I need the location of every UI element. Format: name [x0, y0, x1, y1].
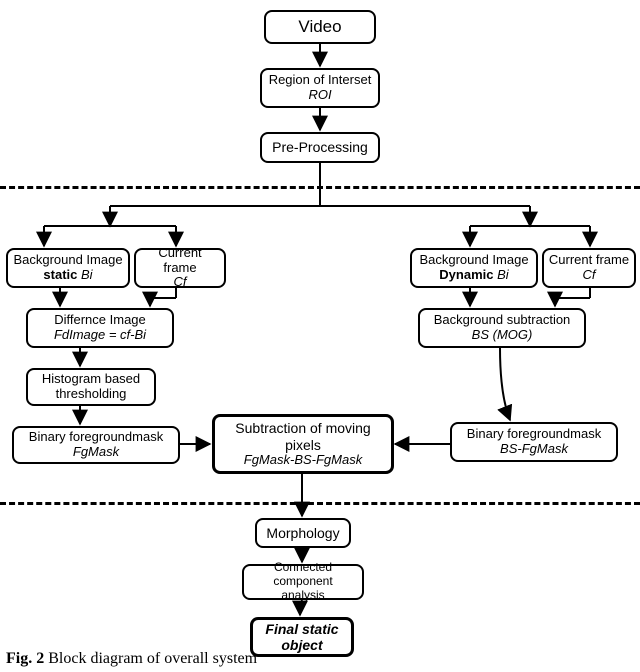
label2: pixels [285, 437, 321, 453]
separator-bottom [0, 502, 640, 505]
box-final-static-object: Final static object [250, 617, 354, 657]
box-video: Video [264, 10, 376, 44]
box-bg-dynamic: Background Image Dynamic Bi [410, 248, 538, 288]
box-roi: Region of Interset ROI [260, 68, 380, 108]
figure-caption: Fig. 2 Block diagram of overall system [6, 650, 257, 668]
label: Differnce Image [54, 313, 146, 328]
label: Background subtraction [434, 313, 571, 328]
box-difference-image: Differnce Image FdImage = cf-Bi [26, 308, 174, 348]
label: Current frame [140, 246, 220, 276]
tag: static [43, 267, 77, 282]
label2: object [281, 637, 322, 653]
label: Current frame [549, 253, 629, 268]
label: Video [298, 17, 341, 37]
sublabel: BS (MOG) [472, 328, 533, 343]
label: Binary foregroundmask [29, 430, 163, 445]
box-fgmask-left: Binary foregroundmask FgMask [12, 426, 180, 464]
label: Pre-Processing [272, 139, 368, 155]
caption-fig: Fig. 2 [6, 650, 44, 667]
box-morphology: Morphology [255, 518, 351, 548]
box-current-frame-left: Current frame Cf [134, 248, 226, 288]
label: Morphology [266, 525, 339, 541]
box-bs-mog: Background subtraction BS (MOG) [418, 308, 586, 348]
label: Background Image [419, 253, 528, 268]
label: Region of Interset [269, 73, 372, 88]
sublabel: Cf [174, 275, 187, 290]
sublabel: BS-FgMask [500, 442, 568, 457]
box-preprocessing: Pre-Processing [260, 132, 380, 163]
tag: Dynamic [439, 267, 493, 282]
label: Histogram based [42, 372, 140, 387]
label2: thresholding [56, 387, 127, 402]
box-bg-static: Background Image static Bi [6, 248, 130, 288]
diagram-canvas: Video Region of Interset ROI Pre-Process… [0, 0, 640, 672]
box-fgmask-right: Binary foregroundmask BS-FgMask [450, 422, 618, 462]
sublabel: ROI [308, 88, 331, 103]
label1: Final static [265, 621, 338, 637]
sym: Bi [81, 267, 93, 282]
sublabel: FgMask-BS-FgMask [244, 453, 362, 468]
label1: Subtraction of moving [235, 420, 370, 436]
tagline: static Bi [43, 268, 92, 283]
box-histogram-threshold: Histogram based thresholding [26, 368, 156, 406]
label: Background Image [13, 253, 122, 268]
box-subtraction-moving: Subtraction of moving pixels FgMask-BS-F… [212, 414, 394, 474]
label1: Connected component [248, 561, 358, 589]
sym: Bi [497, 267, 509, 282]
sublabel: FgMask [73, 445, 119, 460]
label: Binary foregroundmask [467, 427, 601, 442]
sublabel: FdImage = cf-Bi [54, 328, 146, 343]
sublabel: Cf [583, 268, 596, 283]
separator-top [0, 186, 640, 189]
label2: analysis [281, 589, 324, 603]
tagline: Dynamic Bi [439, 268, 508, 283]
box-current-frame-right: Current frame Cf [542, 248, 636, 288]
box-cca: Connected component analysis [242, 564, 364, 600]
caption-text: Block diagram of overall system [44, 650, 257, 667]
